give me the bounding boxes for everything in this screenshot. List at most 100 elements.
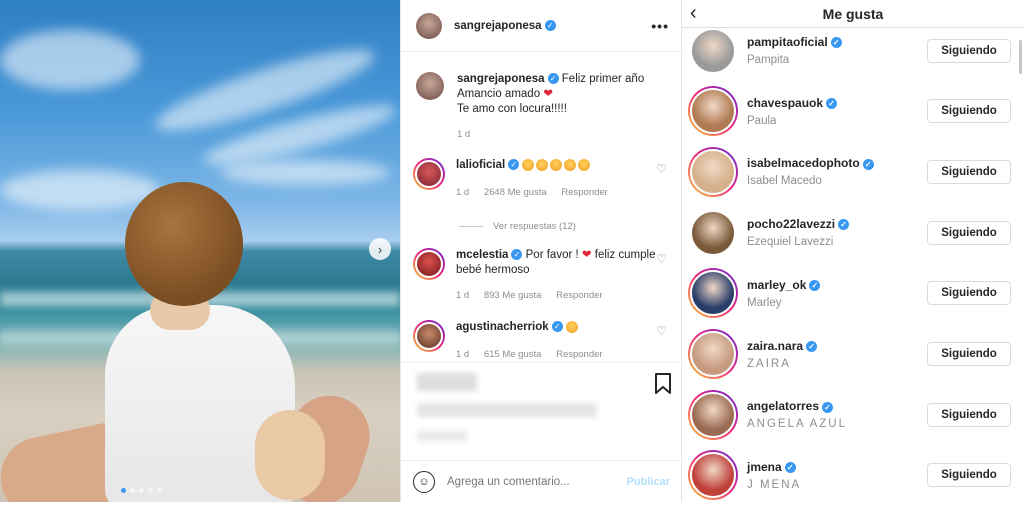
publish-button[interactable]: Publicar [627, 476, 670, 488]
view-replies-label[interactable]: Ver respuestas (12) [493, 221, 576, 232]
user-full-name: ANGELA AZUL [747, 418, 847, 431]
heart-outline-icon[interactable]: ♡ [656, 252, 668, 301]
user-handle[interactable]: zaira.nara ✓ [747, 339, 927, 353]
following-button[interactable]: Siguiendo [927, 220, 1011, 245]
user-full-name: Paula [747, 114, 777, 127]
following-button[interactable]: Siguiendo [927, 342, 1011, 366]
reply-button[interactable]: Responder [556, 290, 602, 301]
post-photo[interactable]: › [0, 0, 400, 502]
caption-line-3: Te amo con locura!!!!! [457, 103, 567, 115]
next-photo-chevron-icon[interactable]: › [369, 238, 391, 260]
user-names: isabelmacedophoto ✓ Isabel Macedo [747, 156, 927, 187]
comment-input[interactable] [447, 475, 617, 488]
view-replies-link[interactable]: Ver respuestas (12) [459, 221, 576, 232]
avatar[interactable] [690, 148, 736, 195]
verified-badge-icon: ✓ [511, 249, 523, 261]
more-horizontal-icon[interactable]: ••• [651, 18, 669, 34]
heart-outline-icon[interactable]: ♡ [656, 162, 668, 198]
verified-badge-icon: ✓ [551, 321, 563, 333]
carousel-dot [139, 488, 144, 493]
blurred-date [417, 431, 467, 441]
user-handle[interactable]: jmena ✓ [747, 460, 927, 474]
user-handle-text[interactable]: angelatorres [747, 399, 819, 413]
like-row[interactable]: isabelmacedophoto ✓ Isabel Macedo Siguiendo [682, 141, 1024, 202]
user-handle-text[interactable]: pampitaoficial [747, 35, 828, 49]
story-ring[interactable] [688, 329, 738, 379]
story-ring[interactable] [688, 146, 738, 197]
avatar[interactable] [416, 72, 444, 100]
user-handle-text[interactable]: zaira.nara [747, 339, 803, 353]
caption-text: sangrejaponesa ✓ Feliz primer año Amancio… [457, 72, 644, 117]
likes-panel: ‹ Me gusta pampitaoficial ✓ Pampita Siguien… [682, 0, 1024, 502]
verified-badge-icon: ✓ [784, 462, 796, 474]
following-button[interactable]: Siguiendo [927, 463, 1011, 488]
story-ring[interactable] [688, 450, 738, 501]
caption-username[interactable]: sangrejaponesa [457, 73, 545, 85]
avatar[interactable] [690, 27, 736, 74]
avatar[interactable] [415, 322, 443, 350]
cloud [220, 160, 390, 185]
like-row[interactable]: angelatorres ✓ ANGELA AZUL Siguiendo [682, 384, 1024, 445]
user-handle[interactable]: chavespauok ✓ [747, 96, 927, 110]
following-button[interactable]: Siguiendo [927, 281, 1011, 306]
following-button[interactable]: Siguiendo [927, 99, 1011, 124]
user-handle-text[interactable]: isabelmacedophoto [747, 156, 860, 170]
comment-likes-count[interactable]: 893 Me gusta [484, 290, 542, 301]
user-handle-text[interactable]: pocho22lavezzi [747, 217, 835, 231]
following-button[interactable]: Siguiendo [927, 402, 1011, 427]
following-button[interactable]: Siguiendo [927, 38, 1011, 63]
heart-eyes-emoji-icon [550, 158, 563, 171]
reply-button[interactable]: Responder [561, 187, 607, 198]
story-ring[interactable] [413, 248, 445, 280]
avatar[interactable] [690, 88, 736, 135]
user-handle[interactable]: marley_ok ✓ [747, 278, 927, 292]
like-row[interactable]: pampitaoficial ✓ Pampita Siguiendo [682, 20, 1024, 81]
user-handle-text[interactable]: marley_ok [747, 278, 806, 292]
carousel-dot [121, 488, 126, 493]
story-ring[interactable] [688, 208, 738, 258]
comment-username[interactable]: agustinacherriok [456, 321, 549, 333]
like-row[interactable]: marley_ok ✓ Marley Siguiendo [682, 263, 1024, 324]
comment-username[interactable]: mcelestia [456, 249, 508, 261]
like-row[interactable]: pocho22lavezzi ✓ Ezequiel Lavezzi Siguiendo [682, 202, 1024, 263]
story-ring[interactable] [413, 158, 445, 190]
like-row[interactable]: zaira.nara ✓ ZAIRA Siguiendo [682, 324, 1024, 385]
story-ring[interactable] [688, 389, 738, 440]
like-row[interactable]: chavespauok ✓ Paula Siguiendo [682, 81, 1024, 142]
post-author-username[interactable]: sangrejaponesa [454, 20, 542, 32]
comment-username[interactable]: lalioficial [456, 159, 505, 171]
story-ring[interactable] [688, 86, 738, 137]
comment-item: lalioficial ✓ 1 d 2648 Me gusta Responder… [413, 158, 668, 198]
carousel-dot [157, 488, 162, 493]
user-handle[interactable]: isabelmacedophoto ✓ [747, 156, 927, 170]
comment-time: 1 d [456, 290, 470, 301]
divider [459, 226, 483, 227]
user-handle[interactable]: pocho22lavezzi ✓ [747, 217, 927, 231]
caption-time: 1 d [457, 129, 471, 140]
verified-badge-icon: ✓ [862, 158, 874, 170]
post-actions-blurred [401, 362, 682, 454]
story-ring[interactable] [413, 320, 445, 352]
story-ring[interactable] [688, 268, 738, 319]
bookmark-icon[interactable] [654, 373, 672, 395]
user-handle[interactable]: pampitaoficial ✓ [747, 35, 927, 49]
story-ring[interactable] [688, 26, 738, 76]
avatar[interactable] [690, 209, 736, 256]
comment-likes-count[interactable]: 2648 Me gusta [484, 187, 547, 198]
avatar[interactable] [415, 160, 443, 188]
following-button[interactable]: Siguiendo [927, 159, 1011, 184]
comment-likes-count[interactable]: 615 Me gusta [484, 349, 542, 360]
avatar[interactable] [690, 391, 736, 438]
avatar[interactable] [416, 12, 442, 39]
avatar[interactable] [690, 452, 736, 499]
like-row[interactable]: jmena ✓ J MENA Siguiendo [682, 445, 1024, 506]
heart-outline-icon[interactable]: ♡ [656, 324, 668, 360]
avatar[interactable] [690, 331, 736, 377]
reply-button[interactable]: Responder [556, 349, 602, 360]
smiley-icon[interactable]: ☺ [413, 470, 435, 493]
user-handle-text[interactable]: jmena [747, 460, 782, 474]
user-handle[interactable]: angelatorres ✓ [747, 399, 927, 413]
avatar[interactable] [415, 250, 443, 278]
user-handle-text[interactable]: chavespauok [747, 96, 823, 110]
avatar[interactable] [690, 270, 736, 317]
